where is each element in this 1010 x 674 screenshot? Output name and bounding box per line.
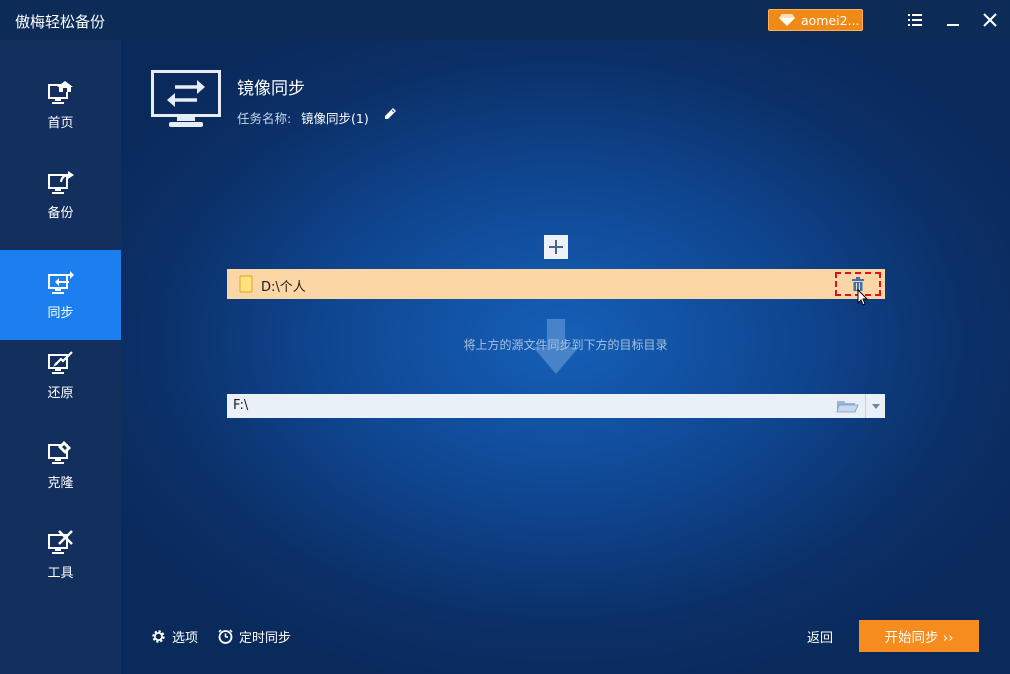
tools-monitor-icon bbox=[47, 529, 73, 554]
target-path: F:\ bbox=[233, 398, 249, 413]
target-dropdown-button[interactable] bbox=[865, 394, 886, 418]
task-name-label: 任务名称: bbox=[237, 111, 292, 126]
edit-pencil-icon[interactable] bbox=[383, 107, 397, 121]
options-label: 选项 bbox=[172, 631, 199, 646]
restore-monitor-icon bbox=[47, 350, 73, 374]
menu-button[interactable] bbox=[904, 9, 926, 31]
sidebar: 首页 备份 同步 还原 克隆 工具 bbox=[0, 40, 121, 674]
chevron-down-icon bbox=[872, 403, 880, 409]
sidebar-item-home[interactable]: 首页 bbox=[0, 60, 121, 150]
plus-icon bbox=[549, 240, 563, 254]
clock-icon bbox=[218, 629, 233, 644]
app-title: 傲梅轻松备份 bbox=[15, 13, 106, 31]
user-account-badge[interactable]: aomei2... bbox=[768, 9, 863, 31]
diamond-icon bbox=[779, 14, 795, 26]
sidebar-item-label: 还原 bbox=[47, 385, 74, 401]
sidebar-item-restore[interactable]: 还原 bbox=[0, 330, 121, 420]
close-button[interactable] bbox=[979, 9, 1001, 31]
sync-monitor-icon bbox=[47, 270, 74, 294]
add-source-button[interactable] bbox=[544, 235, 568, 259]
home-monitor-icon bbox=[47, 80, 73, 104]
target-folder-field[interactable]: F:\ bbox=[227, 394, 885, 418]
schedule-sync-label: 定时同步 bbox=[239, 631, 292, 646]
title-bar: 傲梅轻松备份 aomei2... bbox=[0, 0, 1010, 40]
sidebar-item-clone[interactable]: 克隆 bbox=[0, 420, 121, 510]
minimize-icon bbox=[947, 24, 959, 26]
main-panel: 镜像同步 任务名称: 镜像同步(1) D:\个人 将上方的源文件同步到下方的目标… bbox=[121, 40, 1010, 674]
page-title: 镜像同步 bbox=[237, 79, 305, 99]
task-name-value: 镜像同步(1) bbox=[301, 111, 369, 126]
back-button[interactable]: 返回 bbox=[807, 627, 833, 646]
mouse-cursor-icon bbox=[857, 289, 869, 306]
sidebar-item-backup[interactable]: 备份 bbox=[0, 150, 121, 240]
start-sync-button[interactable]: 开始同步 ›› bbox=[859, 620, 979, 652]
sidebar-item-sync[interactable]: 同步 bbox=[0, 250, 121, 340]
clone-monitor-icon bbox=[47, 440, 71, 464]
folder-icon bbox=[239, 275, 253, 293]
options-button[interactable]: 选项 bbox=[151, 627, 198, 646]
sidebar-item-label: 备份 bbox=[47, 205, 74, 221]
gear-icon bbox=[152, 630, 165, 643]
sidebar-item-label: 同步 bbox=[47, 305, 74, 321]
source-path: D:\个人 bbox=[261, 280, 306, 295]
app-window: 傲梅轻松备份 aomei2... 首页 备份 同步 还原 克隆 工具 镜像同步 … bbox=[0, 0, 1010, 674]
schedule-sync-button[interactable]: 定时同步 bbox=[218, 627, 291, 646]
menu-list-icon bbox=[908, 14, 922, 26]
backup-monitor-icon bbox=[47, 170, 74, 194]
minimize-button[interactable] bbox=[942, 9, 964, 31]
sidebar-item-label: 克隆 bbox=[47, 475, 74, 491]
sidebar-item-label: 首页 bbox=[47, 115, 74, 131]
sidebar-item-label: 工具 bbox=[47, 565, 74, 581]
close-icon bbox=[983, 13, 997, 27]
browse-folder-icon[interactable] bbox=[835, 397, 859, 415]
sync-hint-text: 将上方的源文件同步到下方的目标目录 bbox=[463, 338, 668, 352]
sync-monitor-large-icon bbox=[151, 70, 221, 127]
sidebar-item-tools[interactable]: 工具 bbox=[0, 510, 121, 600]
user-badge-label: aomei2... bbox=[801, 12, 860, 28]
source-folder-row[interactable]: D:\个人 bbox=[227, 269, 885, 299]
